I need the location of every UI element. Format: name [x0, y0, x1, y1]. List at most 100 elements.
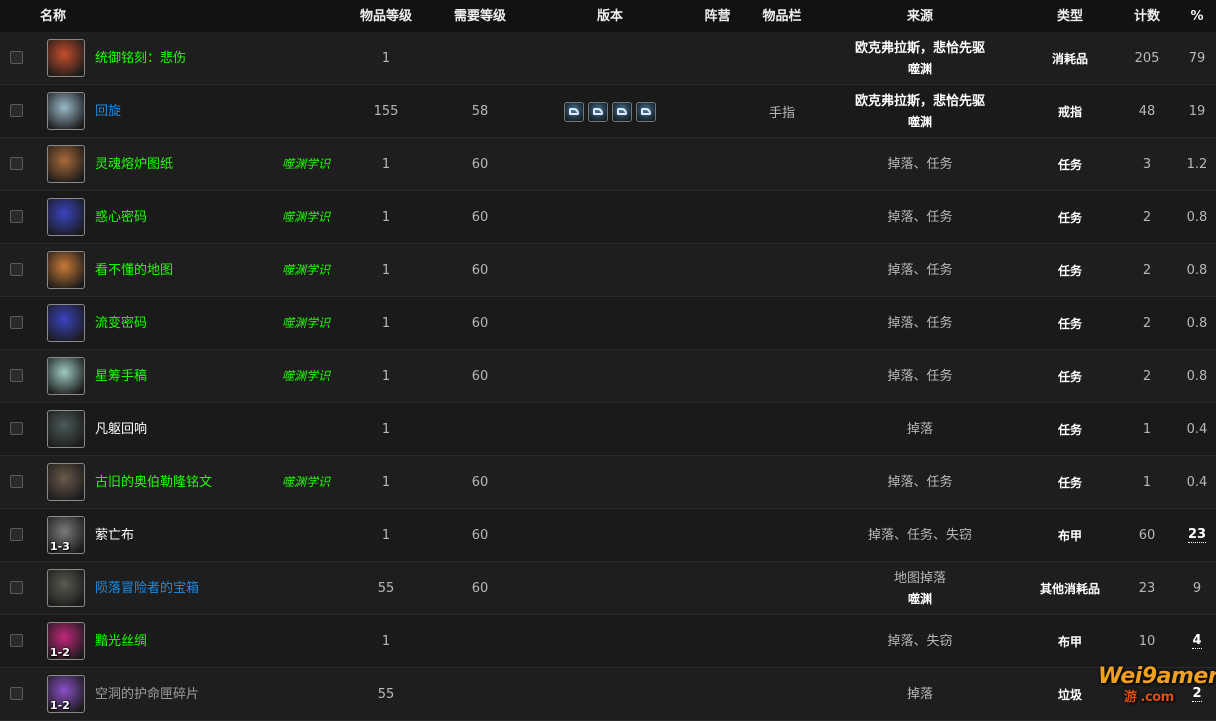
treasure-chest-icon[interactable]: [47, 569, 85, 607]
source-cell: 掉落、失窃: [820, 615, 1020, 668]
row-checkbox[interactable]: [10, 263, 23, 276]
table-row[interactable]: 陨落冒险者的宝箱 55 60 地图掉落 噬渊 其他消耗品 23 9: [0, 562, 1216, 615]
row-checkbox[interactable]: [10, 687, 23, 700]
map-icon[interactable]: [47, 251, 85, 289]
table-row[interactable]: 古旧的奥伯勒隆铭文 噬渊学识 1 60 掉落、任务 任务 1 0.4: [0, 456, 1216, 509]
cloth-icon[interactable]: 1-3: [47, 516, 85, 554]
row-checkbox[interactable]: [10, 104, 23, 117]
item-level-cell: 1: [381, 475, 391, 490]
table-row[interactable]: 回旋 155 58 手指 欧克弗拉斯，悲恰先驱 噬渊 戒指 48 19: [0, 85, 1216, 138]
row-checkbox[interactable]: [10, 369, 23, 382]
row-checkbox[interactable]: [10, 422, 23, 435]
stack-count-badge: 1-3: [50, 540, 70, 553]
source-cell: 掉落: [820, 403, 1020, 456]
percent-value: 0.8: [1186, 263, 1208, 278]
item-type-cell: 任务: [1057, 476, 1082, 490]
row-checkbox[interactable]: [10, 210, 23, 223]
item-name-link[interactable]: 回旋: [95, 85, 121, 138]
required-level-cell: 60: [471, 157, 489, 172]
row-checkbox[interactable]: [10, 157, 23, 170]
required-level-cell: [440, 668, 520, 721]
item-type-cell: 其他消耗品: [1039, 582, 1100, 596]
item-name-link[interactable]: 萦亡布: [95, 509, 134, 562]
source-text: 掉落、任务: [887, 368, 953, 384]
table-row[interactable]: 看不懂的地图 噬渊学识 1 60 掉落、任务 任务 2 0.8: [0, 244, 1216, 297]
column-header-type[interactable]: 类型: [1040, 0, 1100, 32]
percent-value: 19: [1188, 104, 1206, 119]
source-cell: 掉落、任务: [820, 456, 1020, 509]
row-checkbox[interactable]: [10, 634, 23, 647]
source-zone[interactable]: 噬渊: [908, 112, 932, 132]
percent-cell: 0.8: [1180, 191, 1214, 244]
cipher-cube-icon[interactable]: [47, 304, 85, 342]
version-icon[interactable]: [564, 101, 584, 122]
shard-icon[interactable]: 1-2: [47, 675, 85, 713]
row-checkbox[interactable]: [10, 316, 23, 329]
table-row[interactable]: 流变密码 噬渊学识 1 60 掉落、任务 任务 2 0.8: [0, 297, 1216, 350]
item-name-link[interactable]: 空洞的护命匣碎片: [95, 668, 199, 721]
slot-cell: [750, 456, 814, 509]
source-text: 欧克弗拉斯，悲恰先驱: [854, 40, 985, 56]
column-header-req-level[interactable]: 需要等级: [440, 0, 520, 32]
table-row[interactable]: 星筹手稿 噬渊学识 1 60 掉落、任务 任务 2 0.8: [0, 350, 1216, 403]
source-cell: 掉落、任务: [820, 138, 1020, 191]
parchment-icon[interactable]: [47, 145, 85, 183]
item-name-link[interactable]: 星筹手稿: [95, 350, 147, 403]
column-header-source[interactable]: 来源: [880, 0, 960, 32]
silk-icon[interactable]: 1-2: [47, 622, 85, 660]
item-name-link[interactable]: 灵魂熔炉图纸: [95, 138, 173, 191]
table-row[interactable]: 惑心密码 噬渊学识 1 60 掉落、任务 任务 2 0.8: [0, 191, 1216, 244]
rune-tablet-icon[interactable]: [47, 463, 85, 501]
required-level-cell: [440, 32, 520, 85]
source-zone[interactable]: 噬渊: [908, 59, 932, 79]
table-row[interactable]: 1-2 空洞的护命匣碎片 55 掉落 垃圾 2: [0, 668, 1216, 721]
percent-cell: 1.2: [1180, 138, 1214, 191]
item-name-link[interactable]: 陨落冒险者的宝箱: [95, 562, 199, 615]
source-zone[interactable]: 噬渊: [908, 589, 932, 609]
item-name-link[interactable]: 看不懂的地图: [95, 244, 173, 297]
table-row[interactable]: 灵魂熔炉图纸 噬渊学识 1 60 掉落、任务 任务 3 1.2: [0, 138, 1216, 191]
count-cell: 205: [1134, 51, 1160, 66]
version-icon[interactable]: [612, 101, 632, 122]
row-checkbox[interactable]: [10, 581, 23, 594]
column-header-name[interactable]: 名称: [40, 0, 80, 32]
row-checkbox[interactable]: [10, 528, 23, 541]
item-level-cell: 1: [381, 263, 391, 278]
row-checkbox[interactable]: [10, 51, 23, 64]
source-cell: 掉落、任务: [820, 297, 1020, 350]
item-type-cell: 任务: [1057, 317, 1082, 331]
cipher-cube-icon[interactable]: [47, 198, 85, 236]
table-row[interactable]: 1-3 萦亡布 1 60 掉落、任务、失窃 布甲 60 23: [0, 509, 1216, 562]
percent-cell: 0.8: [1180, 244, 1214, 297]
column-header-version[interactable]: 版本: [570, 0, 650, 32]
echo-orb-icon[interactable]: [47, 410, 85, 448]
source-text: 掉落、任务: [887, 209, 953, 225]
table-row[interactable]: 凡躯回响 1 掉落 任务 1 0.4: [0, 403, 1216, 456]
item-name-link[interactable]: 流变密码: [95, 297, 147, 350]
item-name-link[interactable]: 黯光丝绸: [95, 615, 147, 668]
item-name-link[interactable]: 古旧的奥伯勒隆铭文: [95, 456, 212, 509]
column-header-percent[interactable]: %: [1182, 0, 1212, 32]
item-name-link[interactable]: 凡躯回响: [95, 403, 147, 456]
slot-cell: [750, 191, 814, 244]
item-name-link[interactable]: 统御铭刻：悲伤: [95, 32, 186, 85]
scroll-red-icon[interactable]: [47, 39, 85, 77]
column-header-faction[interactable]: 阵营: [690, 0, 745, 32]
slot-cell: [750, 244, 814, 297]
table-row[interactable]: 统御铭刻：悲伤 1 欧克弗拉斯，悲恰先驱 噬渊 消耗品 205 79: [0, 32, 1216, 85]
item-name-link[interactable]: 惑心密码: [95, 191, 147, 244]
source-text: 地图掉落: [893, 570, 946, 586]
row-checkbox[interactable]: [10, 475, 23, 488]
count-cell: 1: [1142, 475, 1152, 490]
percent-value: 0.8: [1186, 316, 1208, 331]
ring-icon[interactable]: [47, 92, 85, 130]
slot-cell: [750, 32, 814, 85]
column-header-item-level[interactable]: 物品等级: [346, 0, 426, 32]
column-header-count[interactable]: 计数: [1122, 0, 1172, 32]
manuscript-icon[interactable]: [47, 357, 85, 395]
version-icon[interactable]: [636, 101, 656, 122]
count-cell: 2: [1142, 263, 1152, 278]
column-header-slot[interactable]: 物品栏: [750, 0, 814, 32]
table-row[interactable]: 1-2 黯光丝绸 1 掉落、失窃 布甲 10 4: [0, 615, 1216, 668]
version-icon[interactable]: [588, 101, 608, 122]
